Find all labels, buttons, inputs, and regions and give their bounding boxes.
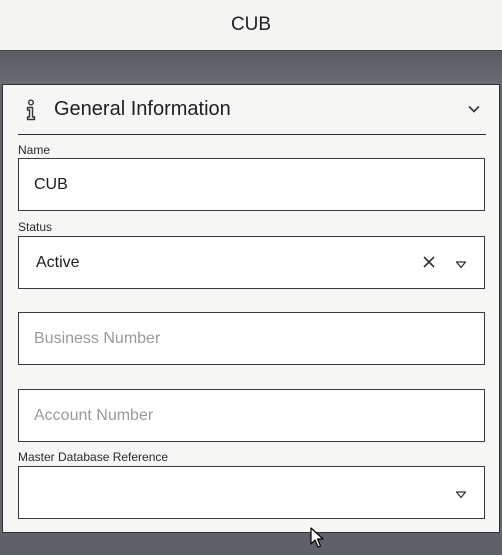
clear-icon[interactable] bbox=[422, 255, 436, 269]
master-database-reference-select[interactable] bbox=[18, 466, 485, 519]
general-information-panel: General Information Name CUB Status Acti… bbox=[2, 84, 500, 533]
account-number-placeholder: Account Number bbox=[34, 406, 154, 424]
status-value: Active bbox=[36, 253, 80, 271]
section-header[interactable]: General Information bbox=[18, 85, 486, 135]
account-number-field[interactable]: Account Number bbox=[18, 389, 485, 442]
mouse-cursor-icon bbox=[310, 527, 326, 549]
name-label: Name bbox=[18, 143, 51, 157]
backdrop bbox=[0, 52, 502, 85]
dropdown-arrow-icon[interactable] bbox=[455, 487, 467, 499]
title-bar: CUB bbox=[0, 0, 502, 51]
name-field[interactable]: CUB bbox=[18, 158, 485, 211]
status-select[interactable]: Active bbox=[18, 236, 485, 289]
status-label: Status bbox=[18, 220, 53, 234]
business-number-placeholder: Business Number bbox=[34, 329, 161, 347]
section-title: General Information bbox=[54, 98, 231, 120]
dropdown-arrow-icon[interactable] bbox=[455, 257, 467, 269]
master-database-reference-label: Master Database Reference bbox=[18, 450, 169, 464]
business-number-field[interactable]: Business Number bbox=[18, 312, 485, 365]
chevron-down-icon[interactable] bbox=[466, 101, 482, 117]
window-title: CUB bbox=[230, 14, 272, 35]
info-icon bbox=[20, 97, 42, 123]
bottom-backdrop bbox=[0, 533, 502, 555]
name-value: CUB bbox=[34, 175, 68, 193]
